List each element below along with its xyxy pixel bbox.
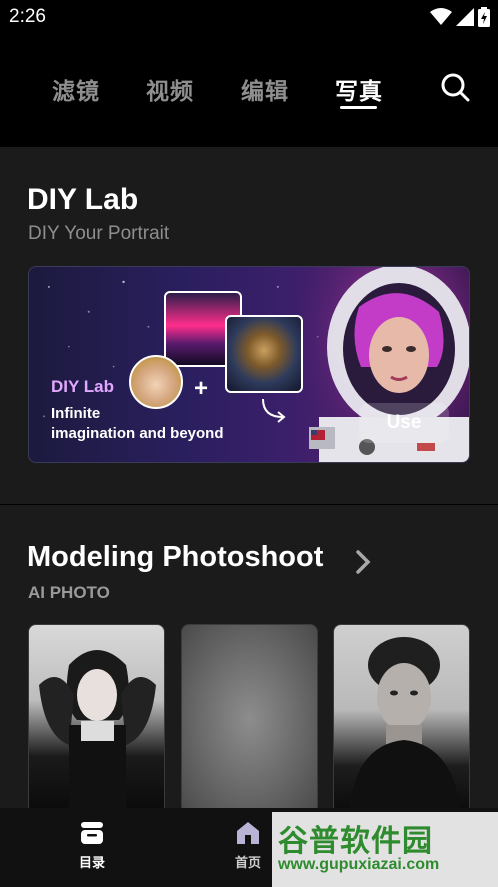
banner-diy-label: DIY Lab (51, 377, 114, 396)
modeling-title[interactable]: Modeling Photoshoot (27, 541, 323, 574)
astronaut-thumbnail (225, 315, 303, 393)
tab-edit[interactable]: 编辑 (241, 72, 289, 106)
portrait-woman-image (39, 650, 156, 813)
watermark-url: www.gupuxiazai.com (278, 856, 440, 873)
tab-portrait[interactable]: 写真 (335, 72, 383, 106)
status-time: 2:26 (9, 6, 46, 27)
tab-video[interactable]: 视频 (146, 72, 194, 106)
active-tab-indicator (340, 106, 377, 109)
nav-catalog[interactable]: 目录 (57, 820, 127, 871)
modeling-photoshoot-section: Modeling Photoshoot AI PHOTO (0, 505, 498, 814)
status-bar: 2:26 (0, 0, 498, 34)
catalog-icon (81, 822, 103, 844)
diy-lab-section: DIY Lab DIY Your Portrait + DIY Lab Infi… (0, 147, 498, 504)
status-icons (430, 6, 490, 28)
nav-catalog-label: 目录 (78, 856, 105, 871)
model-photo-card[interactable] (28, 624, 165, 814)
model-photo-card[interactable] (333, 624, 470, 814)
curved-arrow-icon (262, 398, 286, 423)
watermark-title: 谷普软件园 (278, 824, 433, 859)
portrait-man-image (349, 637, 461, 813)
face-avatar (129, 355, 183, 409)
model-photo-card[interactable] (181, 624, 318, 814)
signal-icon (456, 8, 474, 26)
search-icon[interactable] (440, 72, 470, 102)
top-tab-bar: 滤镜 视频 编辑 写真 (0, 34, 498, 146)
battery-charging-icon (478, 7, 490, 27)
wifi-icon (430, 8, 452, 25)
banner-tagline-2: imagination and beyond (51, 425, 224, 442)
diy-lab-subtitle: DIY Your Portrait (28, 223, 170, 244)
modeling-subtitle: AI PHOTO (28, 583, 110, 602)
diy-lab-banner[interactable]: + DIY Lab Infinite imagination and beyon… (28, 266, 470, 463)
banner-tagline-1: Infinite (51, 405, 101, 422)
home-icon (237, 822, 259, 844)
diy-lab-title: DIY Lab (27, 183, 139, 216)
plus-icon: + (194, 375, 209, 402)
chevron-right-icon[interactable] (354, 549, 372, 575)
use-button[interactable]: Use (359, 403, 449, 443)
watermark-overlay: 谷普软件园 www.gupuxiazai.com (272, 812, 498, 887)
tab-filter[interactable]: 滤镜 (52, 72, 100, 106)
